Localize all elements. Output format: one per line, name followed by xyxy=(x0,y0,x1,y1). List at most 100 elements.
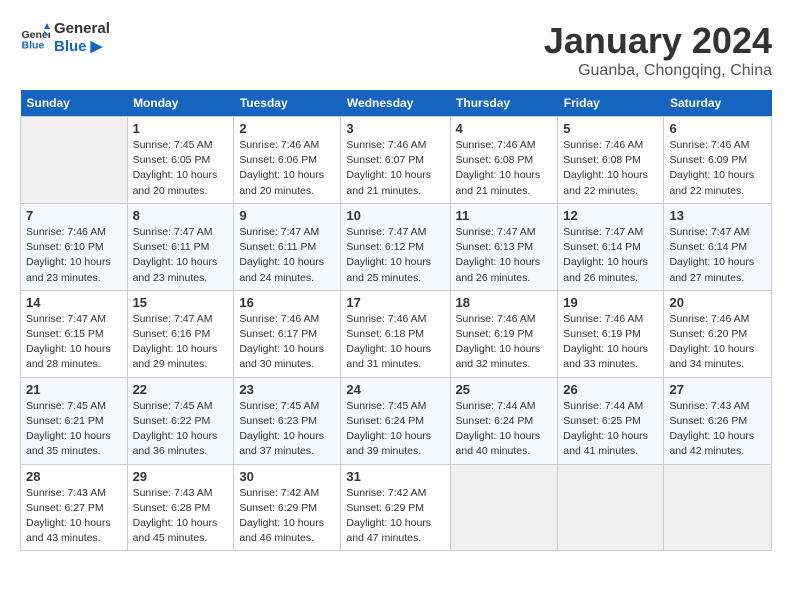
day-number: 9 xyxy=(239,208,335,223)
cell-info: Sunrise: 7:47 AM Sunset: 6:14 PM Dayligh… xyxy=(669,225,766,286)
day-number: 27 xyxy=(669,382,766,397)
calendar-cell: 4 Sunrise: 7:46 AM Sunset: 6:08 PM Daylig… xyxy=(450,117,558,204)
calendar-cell: 19 Sunrise: 7:46 AM Sunset: 6:19 PM Dayli… xyxy=(558,290,664,377)
calendar-cell: 7 Sunrise: 7:46 AM Sunset: 6:10 PM Daylig… xyxy=(21,203,128,290)
day-number: 20 xyxy=(669,295,766,310)
day-number: 16 xyxy=(239,295,335,310)
calendar-cell: 20 Sunrise: 7:46 AM Sunset: 6:20 PM Dayli… xyxy=(664,290,772,377)
cell-info: Sunrise: 7:43 AM Sunset: 6:28 PM Dayligh… xyxy=(133,486,229,547)
cell-info: Sunrise: 7:47 AM Sunset: 6:15 PM Dayligh… xyxy=(26,312,122,373)
calendar-week-row: 14 Sunrise: 7:47 AM Sunset: 6:15 PM Dayli… xyxy=(21,290,772,377)
day-number: 28 xyxy=(26,469,122,484)
calendar-cell xyxy=(21,117,128,204)
calendar-cell: 12 Sunrise: 7:47 AM Sunset: 6:14 PM Dayli… xyxy=(558,203,664,290)
calendar-cell: 18 Sunrise: 7:46 AM Sunset: 6:19 PM Dayli… xyxy=(450,290,558,377)
logo-general: General xyxy=(54,20,110,37)
calendar-cell: 15 Sunrise: 7:47 AM Sunset: 6:16 PM Dayli… xyxy=(127,290,234,377)
day-number: 6 xyxy=(669,121,766,136)
cell-info: Sunrise: 7:43 AM Sunset: 6:26 PM Dayligh… xyxy=(669,399,766,460)
cell-info: Sunrise: 7:46 AM Sunset: 6:06 PM Dayligh… xyxy=(239,138,335,199)
day-number: 5 xyxy=(563,121,658,136)
day-number: 29 xyxy=(133,469,229,484)
cell-info: Sunrise: 7:46 AM Sunset: 6:17 PM Dayligh… xyxy=(239,312,335,373)
day-number: 26 xyxy=(563,382,658,397)
calendar-cell xyxy=(450,464,558,551)
cell-info: Sunrise: 7:46 AM Sunset: 6:08 PM Dayligh… xyxy=(563,138,658,199)
day-number: 30 xyxy=(239,469,335,484)
calendar-week-row: 28 Sunrise: 7:43 AM Sunset: 6:27 PM Dayli… xyxy=(21,464,772,551)
day-number: 10 xyxy=(346,208,444,223)
calendar-week-row: 7 Sunrise: 7:46 AM Sunset: 6:10 PM Daylig… xyxy=(21,203,772,290)
cell-info: Sunrise: 7:47 AM Sunset: 6:13 PM Dayligh… xyxy=(456,225,553,286)
calendar-cell xyxy=(558,464,664,551)
calendar-cell: 8Sunrise: 7:47 AM Sunset: 6:11 PM Daylig… xyxy=(127,203,234,290)
day-number: 12 xyxy=(563,208,658,223)
cell-info: Sunrise: 7:46 AM Sunset: 6:20 PM Dayligh… xyxy=(669,312,766,373)
calendar-cell: 21Sunrise: 7:45 AM Sunset: 6:21 PM Dayli… xyxy=(21,377,128,464)
day-number: 2 xyxy=(239,121,335,136)
day-number: 31 xyxy=(346,469,444,484)
cell-info: Sunrise: 7:45 AM Sunset: 6:24 PM Dayligh… xyxy=(346,399,444,460)
weekday-header: Tuesday xyxy=(234,90,341,117)
location: Guanba, Chongqing, China xyxy=(544,62,772,80)
day-number: 22 xyxy=(133,382,229,397)
weekday-header: Wednesday xyxy=(341,90,450,117)
day-number: 24 xyxy=(346,382,444,397)
day-number: 15 xyxy=(133,295,229,310)
cell-info: Sunrise: 7:47 AM Sunset: 6:11 PM Dayligh… xyxy=(239,225,335,286)
cell-info: Sunrise: 7:47 AM Sunset: 6:16 PM Dayligh… xyxy=(133,312,229,373)
cell-info: Sunrise: 7:46 AM Sunset: 6:10 PM Dayligh… xyxy=(26,225,122,286)
cell-info: Sunrise: 7:44 AM Sunset: 6:24 PM Dayligh… xyxy=(456,399,553,460)
weekday-header: Saturday xyxy=(664,90,772,117)
calendar-cell: 29 Sunrise: 7:43 AM Sunset: 6:28 PM Dayli… xyxy=(127,464,234,551)
cell-info: Sunrise: 7:46 AM Sunset: 6:19 PM Dayligh… xyxy=(456,312,553,373)
cell-info: Sunrise: 7:46 AM Sunset: 6:08 PM Dayligh… xyxy=(456,138,553,199)
cell-info: Sunrise: 7:47 AM Sunset: 6:14 PM Dayligh… xyxy=(563,225,658,286)
cell-info: Sunrise: 7:46 AM Sunset: 6:19 PM Dayligh… xyxy=(563,312,658,373)
calendar-cell xyxy=(664,464,772,551)
calendar-week-row: 21Sunrise: 7:45 AM Sunset: 6:21 PM Dayli… xyxy=(21,377,772,464)
day-number: 21 xyxy=(26,382,122,397)
cell-info: Sunrise: 7:46 AM Sunset: 6:07 PM Dayligh… xyxy=(346,138,444,199)
calendar-cell: 16 Sunrise: 7:46 AM Sunset: 6:17 PM Dayli… xyxy=(234,290,341,377)
day-number: 23 xyxy=(239,382,335,397)
calendar-cell: 30 Sunrise: 7:42 AM Sunset: 6:29 PM Dayli… xyxy=(234,464,341,551)
calendar-cell: 3Sunrise: 7:46 AM Sunset: 6:07 PM Daylig… xyxy=(341,117,450,204)
day-number: 14 xyxy=(26,295,122,310)
weekday-header: Friday xyxy=(558,90,664,117)
day-number: 18 xyxy=(456,295,553,310)
calendar-cell: 23 Sunrise: 7:45 AM Sunset: 6:23 PM Dayli… xyxy=(234,377,341,464)
cell-info: Sunrise: 7:45 AM Sunset: 6:22 PM Dayligh… xyxy=(133,399,229,460)
day-number: 19 xyxy=(563,295,658,310)
calendar-cell: 27 Sunrise: 7:43 AM Sunset: 6:26 PM Dayli… xyxy=(664,377,772,464)
svg-text:Blue: Blue xyxy=(22,39,45,51)
day-number: 25 xyxy=(456,382,553,397)
cell-info: Sunrise: 7:42 AM Sunset: 6:29 PM Dayligh… xyxy=(346,486,444,547)
cell-info: Sunrise: 7:46 AM Sunset: 6:18 PM Dayligh… xyxy=(346,312,444,373)
cell-info: Sunrise: 7:45 AM Sunset: 6:23 PM Dayligh… xyxy=(239,399,335,460)
cell-info: Sunrise: 7:47 AM Sunset: 6:11 PM Dayligh… xyxy=(133,225,229,286)
weekday-header-row: SundayMondayTuesdayWednesdayThursdayFrid… xyxy=(21,90,772,117)
calendar-table: SundayMondayTuesdayWednesdayThursdayFrid… xyxy=(20,90,772,551)
day-number: 11 xyxy=(456,208,553,223)
day-number: 4 xyxy=(456,121,553,136)
day-number: 17 xyxy=(346,295,444,310)
logo-icon: General Blue xyxy=(20,23,50,53)
cell-info: Sunrise: 7:44 AM Sunset: 6:25 PM Dayligh… xyxy=(563,399,658,460)
calendar-cell: 11 Sunrise: 7:47 AM Sunset: 6:13 PM Dayli… xyxy=(450,203,558,290)
calendar-cell: 1Sunrise: 7:45 AM Sunset: 6:05 PM Daylig… xyxy=(127,117,234,204)
weekday-header: Thursday xyxy=(450,90,558,117)
cell-info: Sunrise: 7:43 AM Sunset: 6:27 PM Dayligh… xyxy=(26,486,122,547)
calendar-cell: 24 Sunrise: 7:45 AM Sunset: 6:24 PM Dayli… xyxy=(341,377,450,464)
calendar-cell: 5 Sunrise: 7:46 AM Sunset: 6:08 PM Daylig… xyxy=(558,117,664,204)
calendar-cell: 10 Sunrise: 7:47 AM Sunset: 6:12 PM Dayli… xyxy=(341,203,450,290)
cell-info: Sunrise: 7:47 AM Sunset: 6:12 PM Dayligh… xyxy=(346,225,444,286)
cell-info: Sunrise: 7:46 AM Sunset: 6:09 PM Dayligh… xyxy=(669,138,766,199)
cell-info: Sunrise: 7:42 AM Sunset: 6:29 PM Dayligh… xyxy=(239,486,335,547)
calendar-cell: 25 Sunrise: 7:44 AM Sunset: 6:24 PM Dayli… xyxy=(450,377,558,464)
day-number: 7 xyxy=(26,208,122,223)
day-number: 1 xyxy=(133,121,229,136)
calendar-cell: 6 Sunrise: 7:46 AM Sunset: 6:09 PM Daylig… xyxy=(664,117,772,204)
calendar-cell: 31 Sunrise: 7:42 AM Sunset: 6:29 PM Dayli… xyxy=(341,464,450,551)
calendar-cell: 9 Sunrise: 7:47 AM Sunset: 6:11 PM Daylig… xyxy=(234,203,341,290)
